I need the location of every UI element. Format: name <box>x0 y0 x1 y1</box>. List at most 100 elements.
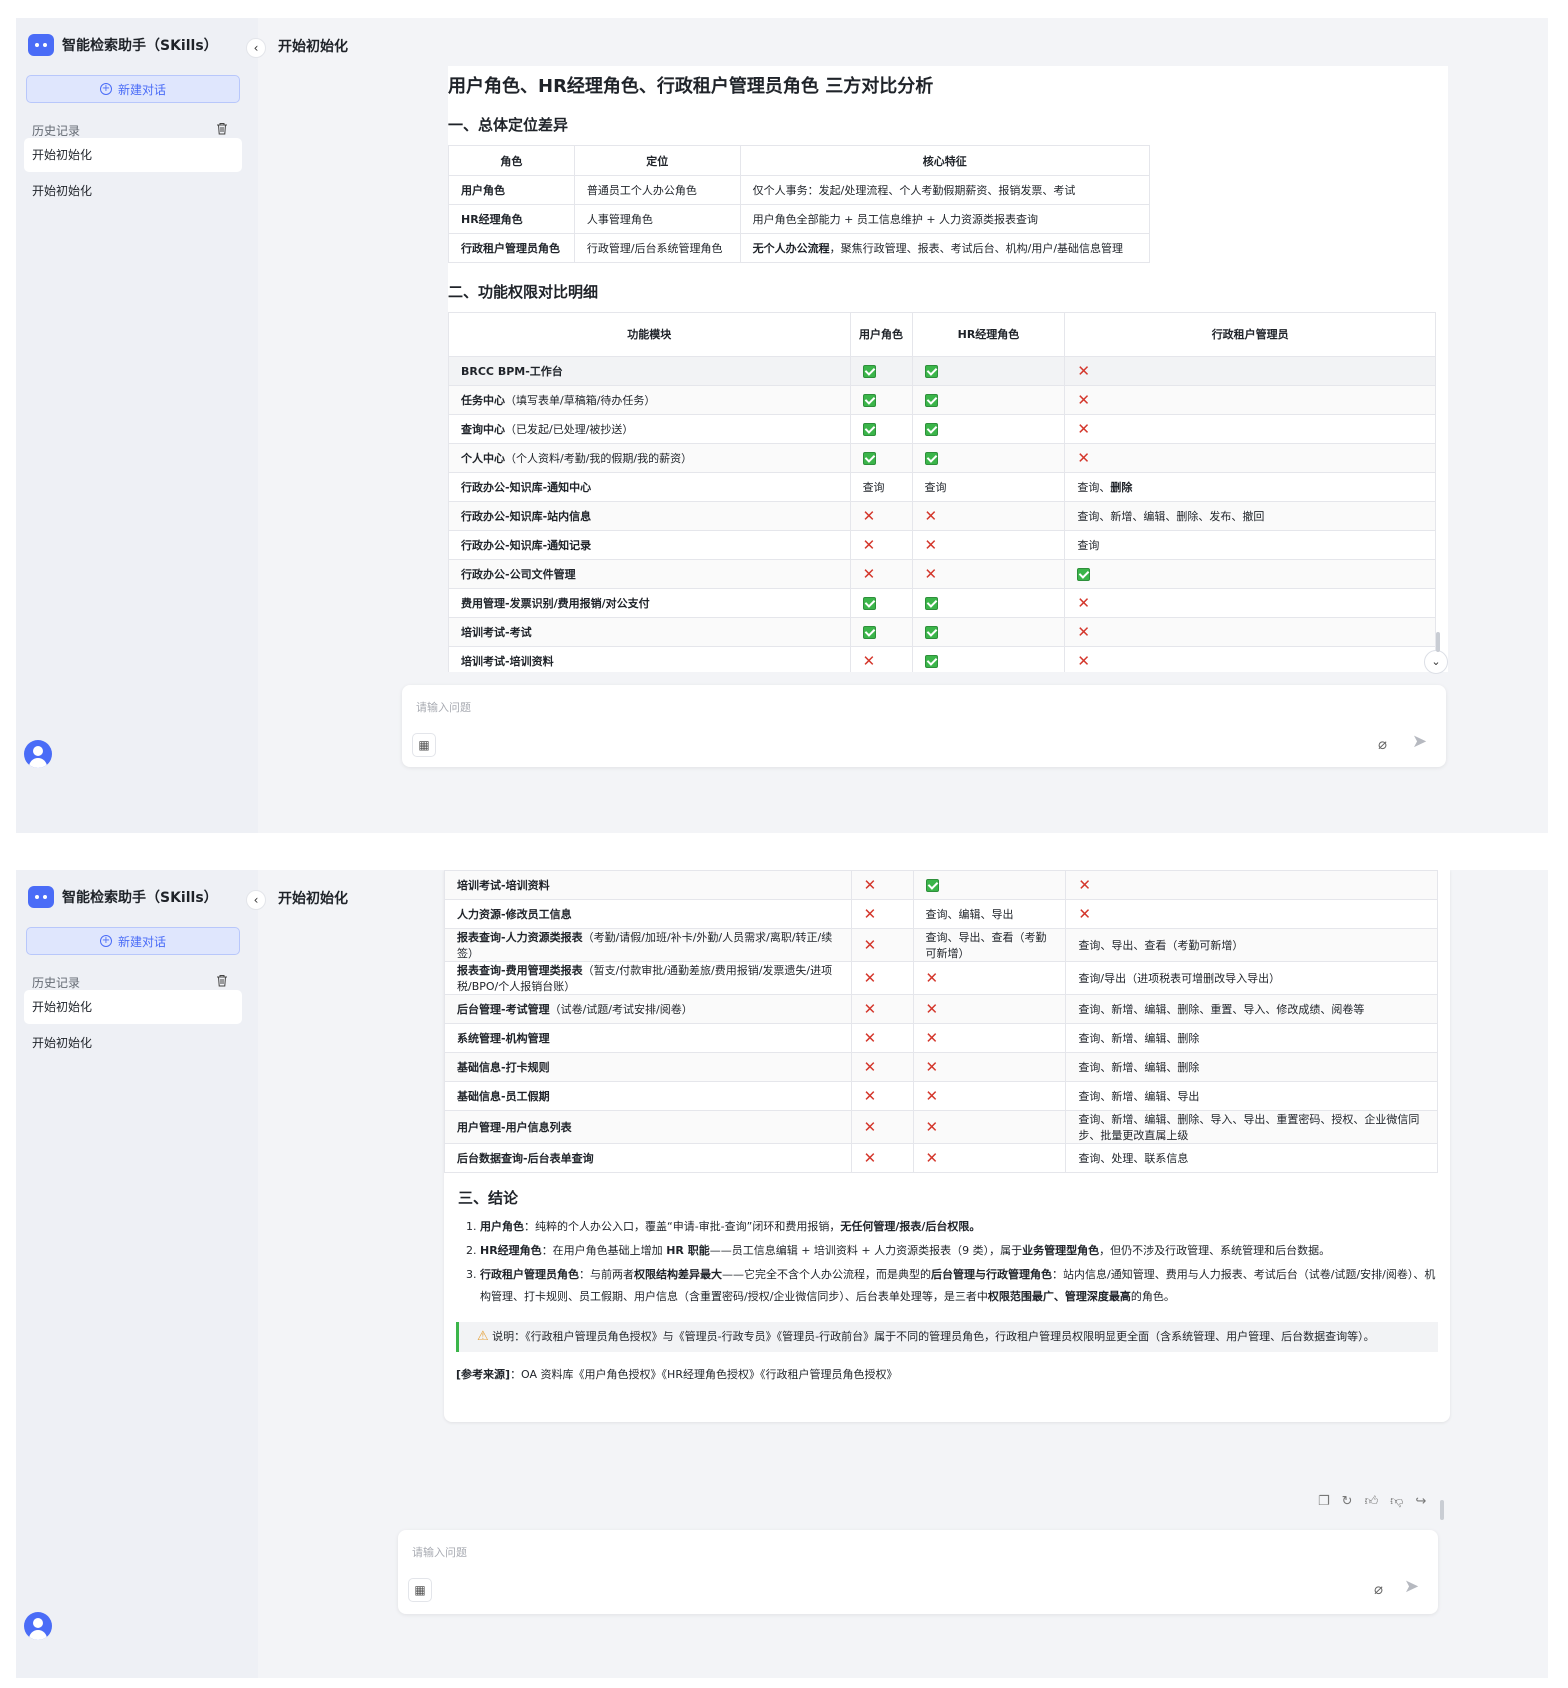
history-item[interactable]: 开始初始化 <box>24 990 242 1024</box>
cell-text: 查询、新增、编辑、导出 <box>1078 1090 1200 1103</box>
cross-icon: ✕ <box>1077 622 1090 641</box>
cross-icon: ✕ <box>863 1086 877 1105</box>
permission-cell: ✕ <box>850 1143 914 1173</box>
permission-cell: ✕ <box>912 1052 1067 1082</box>
module-cell: 行政办公-知识库-通知记录 <box>448 530 851 560</box>
grid-icon[interactable]: ▦ <box>412 733 436 757</box>
cell-text: 查询 <box>862 481 885 494</box>
trash-icon[interactable] <box>216 122 228 135</box>
table-row: 个人中心（个人资料/考勤/我的假期/我的薪资） ✕ <box>448 443 1436 473</box>
table-header: 行政租户管理员 <box>1064 312 1436 357</box>
table-row: 用户角色 普通员工个人办公角色 仅个人事务：发起/处理流程、个人考勤假期薪资、报… <box>448 175 1151 205</box>
question-input[interactable]: 请输入问题 ▦ ⌀ ➤ <box>402 685 1446 767</box>
share-icon[interactable]: ↪ <box>1415 1494 1426 1509</box>
paperclip-icon[interactable]: ⌀ <box>1374 1580 1383 1598</box>
module-name: 基础信息-员工假期 <box>457 1090 550 1103</box>
cell-text: 查询、导出、查看（考勤可新增） <box>1078 939 1244 952</box>
cross-icon: ✕ <box>925 1086 939 1105</box>
history-item[interactable]: 开始初始化 <box>24 138 242 172</box>
module-cell: 查询中心（已发起/已处理/被抄送） <box>448 414 851 444</box>
cross-icon: ✕ <box>863 999 877 1018</box>
permission-cell <box>911 588 1066 618</box>
text: 查询、 <box>1077 481 1111 494</box>
table-header: 角色 <box>448 145 575 176</box>
permission-cell: ✕ <box>911 559 1066 589</box>
collapse-sidebar-button[interactable]: ‹ <box>246 38 266 58</box>
module-cell: 行政办公-公司文件管理 <box>448 559 851 589</box>
permission-cell: 查询、删除 <box>1064 472 1436 502</box>
table-row: 后台管理-考试管理（试卷/试题/考试安排/阅卷） ✕ ✕ 查询、新增、编辑、删除、重置… <box>444 994 1438 1024</box>
check-icon <box>862 393 876 407</box>
permission-rows: BRCC BPM-工作台 ✕ 任务中心（填写表单/草稿箱/待办任务） ✕ 查询中心（已发… <box>448 356 1436 672</box>
send-icon[interactable]: ➤ <box>1412 731 1427 752</box>
check-icon <box>925 878 939 892</box>
chat-window-bottom: 智能检索助手（SKills） + 新建对话 历史记录 开始初始化 开始初始化 ‹… <box>16 870 1548 1678</box>
module-name: 个人中心 <box>461 452 505 465</box>
module-name: 查询中心 <box>461 423 505 436</box>
thumbs-up-icon[interactable]: 👍︎ <box>1365 1494 1379 1509</box>
scrollbar[interactable] <box>1436 632 1440 652</box>
table-row: 培训考试-培训资料 ✕ ✕ <box>448 646 1436 672</box>
table-header: 用户角色 <box>849 312 913 357</box>
check-icon <box>862 364 876 378</box>
permission-cell: ✕ <box>1064 646 1436 672</box>
trash-icon[interactable] <box>216 974 228 987</box>
module-note: （已发起/已处理/被抄送） <box>505 423 634 436</box>
collapse-sidebar-button[interactable]: ‹ <box>246 890 266 910</box>
module-name: 行政办公-公司文件管理 <box>461 568 576 581</box>
bold-text: 业务管理型角色 <box>1022 1244 1100 1257</box>
module-note: （试卷/试题/考试安排/阅卷） <box>549 1003 693 1016</box>
module-cell: 后台管理-考试管理（试卷/试题/考试安排/阅卷） <box>444 994 852 1024</box>
refresh-icon[interactable]: ↻ <box>1342 1494 1353 1509</box>
table-header: 功能模块 <box>448 312 851 357</box>
chat-window-top: 智能检索助手（SKills） + 新建对话 历史记录 开始初始化 开始初始化 ‹… <box>16 18 1548 833</box>
copy-icon[interactable]: ❐ <box>1318 1494 1330 1509</box>
app-title: 智能检索助手（SKills） <box>62 890 218 906</box>
position-cell: 普通员工个人办公角色 <box>573 175 741 205</box>
permission-cell: 查询 <box>1064 530 1436 560</box>
text: ——它完全不含个人办公流程，而是典型的 <box>722 1268 931 1281</box>
user-avatar[interactable] <box>24 740 52 768</box>
paperclip-icon[interactable]: ⌀ <box>1378 735 1387 753</box>
text: ：纯粹的个人办公入口，覆盖“申请-审批-查询”闭环和费用报销， <box>524 1220 841 1233</box>
section-heading: 二、功能权限对比明细 <box>448 283 599 301</box>
conversation-title: 开始初始化 <box>278 891 348 907</box>
cross-icon: ✕ <box>924 506 938 525</box>
module-cell: 基础信息-打卡规则 <box>444 1052 852 1082</box>
permission-cell: ✕ <box>850 928 914 962</box>
text: ，但仍不涉及行政管理、系统管理和后台数据。 <box>1099 1244 1331 1257</box>
permission-cell <box>849 588 913 618</box>
sidebar: 智能检索助手（SKills） + 新建对话 历史记录 开始初始化 开始初始化 <box>16 870 258 1678</box>
module-cell: 系统管理-机构管理 <box>444 1023 852 1053</box>
robot-icon <box>28 886 54 908</box>
table-header: HR经理角色 <box>911 312 1066 357</box>
position-cell: 人事管理角色 <box>573 204 741 234</box>
module-cell: 培训考试-培训资料 <box>444 870 852 900</box>
module-name: 用户管理-用户信息列表 <box>457 1121 572 1134</box>
conclusion-item: 用户角色：纯粹的个人办公入口，覆盖“申请-审批-查询”闭环和费用报销，无任何管理… <box>480 1216 1438 1238</box>
text: ：与前两者 <box>579 1268 634 1281</box>
check-icon <box>862 451 876 465</box>
history-item[interactable]: 开始初始化 <box>24 174 242 208</box>
cell-text: 查询、处理、联系信息 <box>1078 1152 1189 1165</box>
new-chat-button[interactable]: + 新建对话 <box>26 927 240 955</box>
permission-cell: ✕ <box>849 646 913 672</box>
send-icon[interactable]: ➤ <box>1404 1576 1419 1597</box>
thumbs-down-icon[interactable]: 👎︎ <box>1390 1494 1403 1509</box>
new-chat-button[interactable]: + 新建对话 <box>26 75 240 103</box>
question-input[interactable]: 请输入问题 ▦ ⌀ ➤ <box>398 1530 1438 1614</box>
module-cell: 报表查询-人力资源类报表（考勤/请假/加班/补卡/外勤/人员需求/离职/转正/续… <box>444 928 852 962</box>
module-name: 培训考试-培训资料 <box>457 879 550 892</box>
ref-label: [参考来源] <box>456 1368 511 1381</box>
cross-icon: ✕ <box>924 535 938 554</box>
scrollbar[interactable] <box>1440 1500 1444 1520</box>
user-avatar[interactable] <box>24 1612 52 1640</box>
module-name: BRCC BPM-工作台 <box>461 365 563 378</box>
cross-icon: ✕ <box>1078 875 1091 894</box>
table-row: 行政办公-知识库-通知中心 查询 查询 查询、删除 <box>448 472 1436 502</box>
grid-icon[interactable]: ▦ <box>408 1578 432 1602</box>
scroll-down-button[interactable]: ⌄ <box>1424 650 1448 674</box>
table-row: 基础信息-员工假期 ✕ ✕ 查询、新增、编辑、导出 <box>444 1081 1438 1111</box>
history-item[interactable]: 开始初始化 <box>24 1026 242 1060</box>
brand: 智能检索助手（SKills） <box>28 886 218 908</box>
